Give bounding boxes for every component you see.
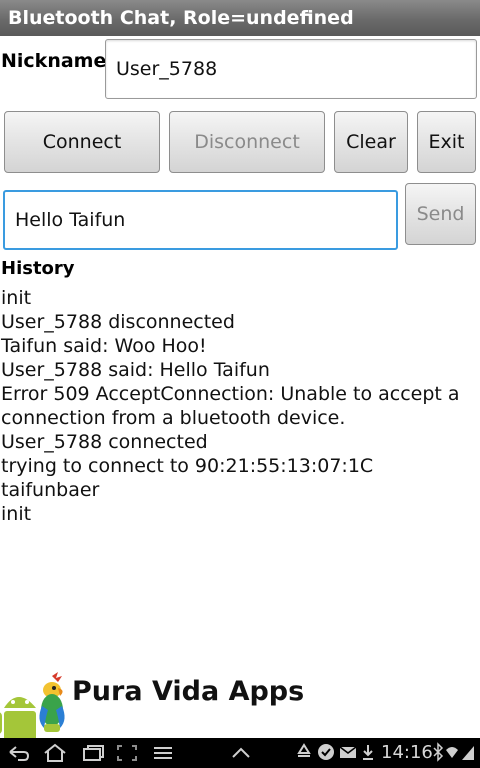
- history-line: trying to connect to 90:21:55:13:07:1C t…: [1, 455, 380, 501]
- recycle-icon: [297, 743, 311, 757]
- chevron-up-icon[interactable]: [228, 742, 254, 764]
- mail-icon: [339, 746, 357, 758]
- shield-check-icon: [318, 744, 334, 760]
- nickname-label: Nickname: [1, 50, 107, 72]
- exit-button[interactable]: Exit: [417, 111, 476, 173]
- history-line: init: [1, 287, 32, 309]
- app-title: Bluetooth Chat, Role=undefined: [8, 7, 354, 29]
- back-icon[interactable]: [6, 742, 32, 764]
- connect-button[interactable]: Connect: [4, 111, 160, 173]
- screenshot-icon[interactable]: [114, 742, 140, 764]
- nickname-input[interactable]: [105, 39, 477, 99]
- disconnect-button[interactable]: Disconnect: [169, 111, 325, 173]
- history-line: Taifun said: Woo Hoo!: [1, 335, 207, 357]
- download-icon: [363, 745, 373, 760]
- history-line: init: [1, 503, 32, 525]
- history-line: User_5788 connected: [1, 431, 208, 453]
- menu-icon[interactable]: [150, 742, 176, 764]
- send-button[interactable]: Send: [405, 183, 476, 245]
- history-line: Error 509 AcceptConnection: Unable to ac…: [1, 383, 466, 429]
- history-line: User_5788 said: Hello Taifun: [1, 359, 270, 381]
- recent-apps-icon[interactable]: [80, 742, 106, 764]
- bluetooth-icon: [433, 742, 444, 762]
- clear-button[interactable]: Clear: [334, 111, 408, 173]
- brand-name: Pura Vida Apps: [72, 676, 305, 707]
- message-input[interactable]: [3, 190, 398, 250]
- history-label: History: [1, 258, 75, 279]
- brand-footer: Pura Vida Apps: [0, 668, 480, 741]
- clock: 14:16: [381, 742, 433, 763]
- signal-icon: [462, 746, 474, 760]
- history-log: init User_5788 disconnected Taifun said:…: [1, 286, 477, 526]
- wifi-icon: [446, 747, 458, 758]
- system-nav-bar: 14:16: [0, 738, 480, 768]
- home-icon[interactable]: [42, 742, 68, 764]
- history-line: User_5788 disconnected: [1, 311, 235, 333]
- app-title-bar: Bluetooth Chat, Role=undefined: [0, 0, 480, 36]
- parrot-logo-icon: [39, 672, 65, 732]
